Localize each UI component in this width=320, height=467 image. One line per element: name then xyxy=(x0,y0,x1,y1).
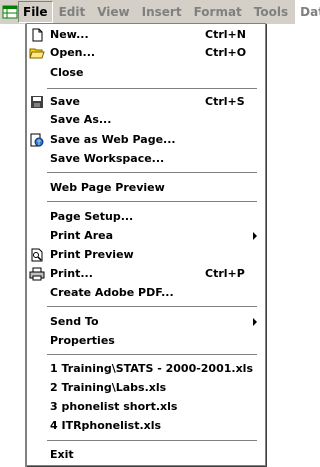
menu-item-label: New... xyxy=(50,28,89,41)
open-folder-icon xyxy=(29,45,45,61)
file-dropdown-menu: New... Ctrl+N Open... Ctrl+O Close Save … xyxy=(25,23,266,467)
menu-item-save-as-web-page[interactable]: Save as Web Page... xyxy=(27,131,265,149)
menu-item-label: Save As... xyxy=(50,113,112,126)
menu-view[interactable]: View xyxy=(91,1,135,23)
menu-item-save[interactable]: Save Ctrl+S xyxy=(27,93,265,111)
shortcut: Ctrl+N xyxy=(205,28,246,41)
recent-file-item[interactable]: 1 Training\STATS - 2000-2001.xls xyxy=(27,360,265,378)
menu-item-label: Page Setup... xyxy=(50,210,134,223)
menu-item-label: Save Workspace... xyxy=(50,152,165,165)
menu-insert[interactable]: Insert xyxy=(136,1,188,23)
menu-item-label: Print Preview xyxy=(50,248,134,261)
recent-file-label: 4 ITRphonelist.xls xyxy=(50,419,162,432)
menu-item-label: Create Adobe PDF... xyxy=(50,286,174,299)
menu-format[interactable]: Format xyxy=(188,1,248,23)
menu-item-open[interactable]: Open... Ctrl+O xyxy=(27,44,265,62)
menu-item-label: Exit xyxy=(50,448,74,461)
menu-item-label: Save xyxy=(50,95,80,108)
menu-item-save-as[interactable]: Save As... xyxy=(27,111,265,129)
excel-app-icon[interactable] xyxy=(2,1,18,23)
menu-item-label: Open... xyxy=(50,46,96,59)
submenu-arrow-icon xyxy=(253,318,257,326)
submenu-arrow-icon xyxy=(253,232,257,240)
menu-tools[interactable]: Tools xyxy=(248,1,294,23)
recent-file-label: 2 Training\Labs.xls xyxy=(50,381,167,394)
print-preview-icon xyxy=(29,247,45,263)
menu-item-page-setup[interactable]: Page Setup... xyxy=(27,208,265,226)
menu-item-label: Save as Web Page... xyxy=(50,133,176,146)
separator xyxy=(47,354,257,356)
menu-item-exit[interactable]: Exit xyxy=(27,446,265,464)
recent-file-label: 3 phonelist short.xls xyxy=(50,400,178,413)
save-disk-icon xyxy=(29,94,45,110)
menu-item-label: Close xyxy=(50,66,84,79)
menu-item-web-page-preview[interactable]: Web Page Preview xyxy=(27,179,265,197)
menu-item-print-area[interactable]: Print Area xyxy=(27,227,265,245)
menu-item-close[interactable]: Close xyxy=(27,64,265,82)
separator xyxy=(47,201,257,203)
printer-icon xyxy=(29,266,45,282)
menu-item-label: Print Area xyxy=(50,229,113,242)
menu-item-save-workspace[interactable]: Save Workspace... xyxy=(27,150,265,168)
shortcut: Ctrl+P xyxy=(205,267,245,280)
menu-data[interactable]: Data xyxy=(294,1,320,23)
menu-item-label: Properties xyxy=(50,334,115,347)
recent-file-item[interactable]: 2 Training\Labs.xls xyxy=(27,379,265,397)
web-page-icon xyxy=(29,132,45,148)
menu-item-create-adobe-pdf[interactable]: Create Adobe PDF... xyxy=(27,284,265,302)
menu-bar: File Edit View Insert Format Tools Data xyxy=(0,0,320,24)
menu-item-label: Send To xyxy=(50,315,99,328)
menu-item-send-to[interactable]: Send To xyxy=(27,313,265,331)
menu-edit[interactable]: Edit xyxy=(53,1,92,23)
shortcut: Ctrl+O xyxy=(205,46,247,59)
separator xyxy=(47,88,257,90)
menu-item-print-preview[interactable]: Print Preview xyxy=(27,246,265,264)
separator xyxy=(47,172,257,174)
separator xyxy=(47,440,257,442)
new-document-icon xyxy=(29,27,45,43)
menu-item-properties[interactable]: Properties xyxy=(27,332,265,350)
recent-file-item[interactable]: 4 ITRphonelist.xls xyxy=(27,417,265,435)
recent-file-label: 1 Training\STATS - 2000-2001.xls xyxy=(50,362,253,375)
menu-item-label: Print... xyxy=(50,267,93,280)
shortcut: Ctrl+S xyxy=(205,95,245,108)
menu-file[interactable]: File xyxy=(18,1,53,23)
separator xyxy=(47,306,257,308)
menu-item-print[interactable]: Print... Ctrl+P xyxy=(27,265,265,283)
menu-item-label: Web Page Preview xyxy=(50,181,165,194)
menu-item-new[interactable]: New... Ctrl+N xyxy=(27,26,265,44)
recent-file-item[interactable]: 3 phonelist short.xls xyxy=(27,398,265,416)
